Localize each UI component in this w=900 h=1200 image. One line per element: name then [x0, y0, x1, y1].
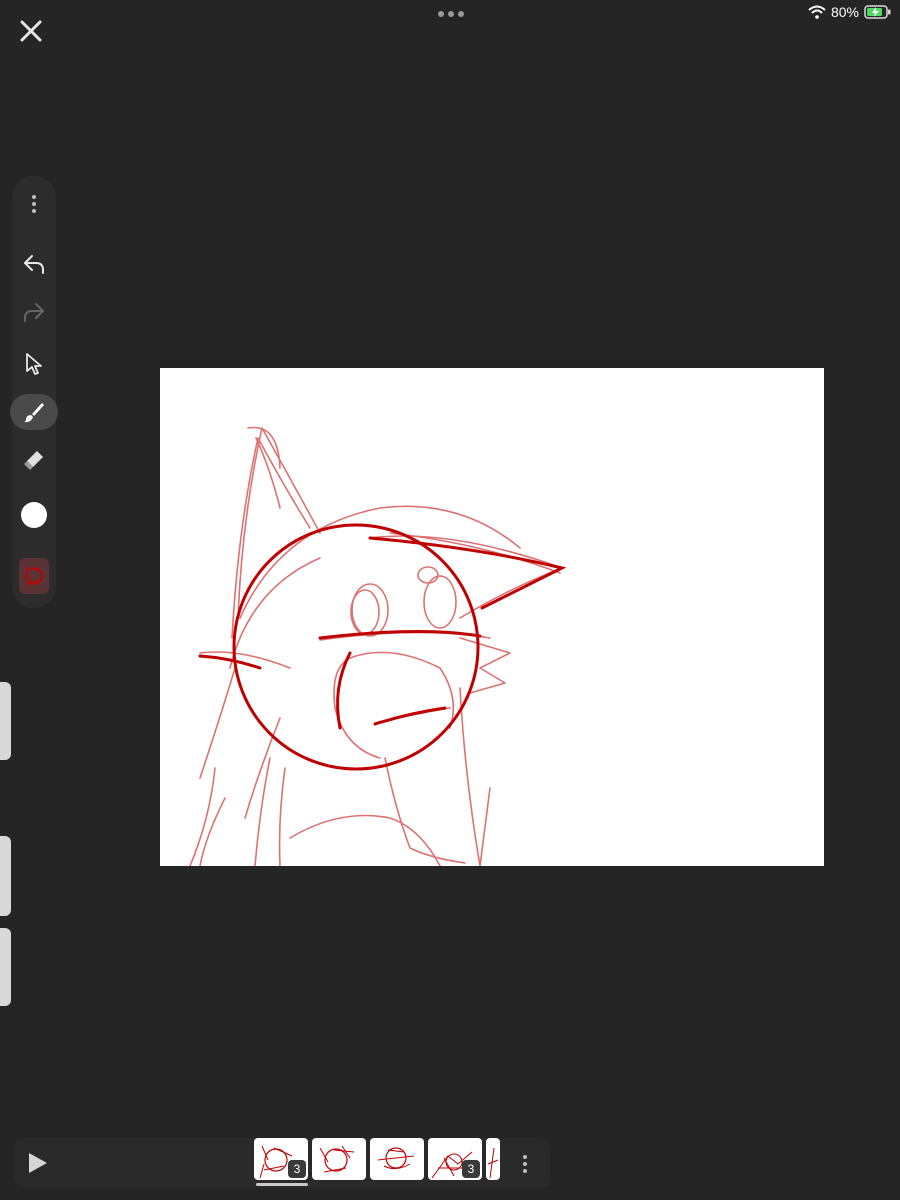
play-icon	[29, 1153, 47, 1173]
undo-icon	[24, 255, 44, 274]
redo-button[interactable]	[12, 294, 56, 330]
timeline-frame[interactable]	[312, 1138, 366, 1180]
drawing-canvas[interactable]	[160, 368, 824, 866]
frame-thumbnail-icon	[319, 1145, 355, 1173]
color-picker-button[interactable]	[12, 497, 56, 533]
status-bar: 80%	[808, 2, 892, 22]
timeline-frame[interactable]	[370, 1138, 424, 1180]
battery-charging-icon	[864, 5, 891, 19]
current-frame-indicator	[256, 1183, 308, 1186]
timeline-menu-button[interactable]	[517, 1152, 533, 1176]
select-arrow-icon	[26, 353, 42, 375]
tool-palette	[10, 176, 58, 608]
brush-tool[interactable]	[10, 394, 58, 430]
select-tool[interactable]	[12, 346, 56, 382]
layers-button[interactable]	[12, 558, 56, 594]
brush-opacity-slider[interactable]	[0, 836, 11, 916]
color-swatch	[21, 502, 47, 528]
eraser-tool[interactable]	[12, 442, 56, 478]
eraser-icon	[24, 451, 43, 470]
frame-count-badge: 3	[462, 1160, 480, 1178]
more-vertical-icon	[523, 1155, 527, 1173]
timeline-frame[interactable]: 3	[428, 1138, 482, 1180]
wifi-icon	[808, 5, 826, 19]
timeline-frame[interactable]	[486, 1138, 500, 1180]
battery-percent: 80%	[830, 4, 859, 20]
undo-button[interactable]	[12, 246, 56, 282]
brush-flow-slider[interactable]	[0, 928, 11, 1006]
toolbar-menu-button[interactable]	[12, 186, 56, 222]
brush-size-slider[interactable]	[0, 682, 11, 760]
more-dots-icon[interactable]	[437, 6, 465, 17]
frame-thumbnail-icon	[377, 1147, 415, 1170]
sketch-drawing	[189, 426, 567, 866]
play-button[interactable]	[24, 1150, 50, 1176]
frame-thumbnail-icon	[487, 1147, 499, 1179]
redo-icon	[24, 303, 44, 322]
brush-icon	[24, 403, 44, 423]
close-icon	[20, 20, 42, 42]
layer-thumbnail	[19, 558, 49, 594]
timeline-frame[interactable]: 3	[254, 1138, 308, 1180]
frame-count-badge: 3	[288, 1160, 306, 1178]
close-button[interactable]	[14, 14, 48, 48]
more-vertical-icon	[32, 195, 36, 213]
